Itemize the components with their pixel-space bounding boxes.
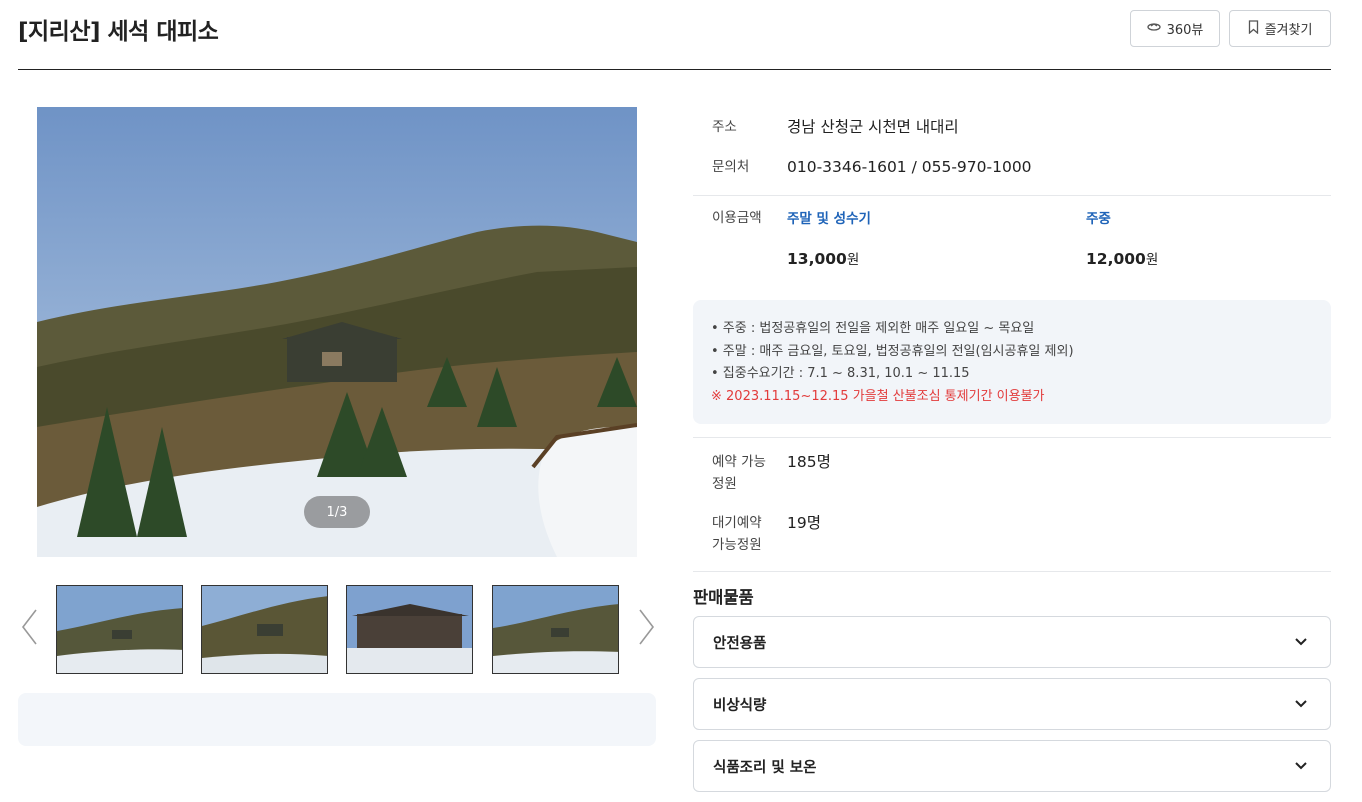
goods-item-label: 비상식량 (713, 697, 767, 714)
360-view-icon (1146, 21, 1161, 36)
page-header: [지리산] 세석 대피소 360뷰 즐겨찾기 (18, 0, 1331, 70)
capacity-label-line2: 정원 (712, 476, 737, 492)
notice-weekend: • 주말 : 매주 금요일, 토요일, 법정공휴일의 전일(임시공휴일 제외) (711, 343, 1074, 359)
waiting-value: 19명 (787, 514, 821, 532)
mountain-photo (37, 107, 637, 557)
address-row: 주소 경남 산청군 시천면 내대리 (693, 116, 1331, 138)
chevron-down-icon (1294, 634, 1308, 652)
price-notice: • 주중 : 법정공휴일의 전일을 제외한 매주 일요일 ~ 목요일 • 주말 … (693, 300, 1331, 424)
capacity-value: 185명 (787, 453, 831, 471)
address-value: 경남 산청군 시천면 내대리 (787, 118, 959, 136)
main-photo[interactable]: 1/3 (37, 107, 637, 557)
thumbnail-1[interactable] (56, 585, 183, 674)
capacity-section: 예약 가능정원 185명 대기예약가능정원 19명 (693, 451, 1331, 556)
notice-warning: ※ 2023.11.15~12.15 가을철 산불조심 통제기간 이용불가 (711, 388, 1045, 404)
chevron-left-icon[interactable] (18, 604, 42, 650)
thumbnail-2[interactable] (201, 585, 328, 674)
chevron-down-icon (1294, 758, 1308, 776)
waiting-label-line1: 대기예약 (712, 515, 762, 531)
thumbnail-strip (18, 582, 658, 676)
chevron-down-icon (1294, 696, 1308, 714)
goods-item-cooking[interactable]: 식품조리 및 보온 (693, 740, 1331, 792)
divider (693, 571, 1331, 572)
favorite-button[interactable]: 즐겨찾기 (1229, 10, 1331, 47)
goods-title: 판매물품 (693, 588, 754, 607)
capacity-row: 예약 가능정원 185명 (693, 451, 1331, 495)
price-weekend-unit: 원 (846, 252, 860, 268)
shelter-info: 주소 경남 산청군 시천면 내대리 문의처 010-3346-1601 / 05… (693, 116, 1331, 178)
waiting-label: 대기예약가능정원 (693, 512, 787, 556)
address-label: 주소 (712, 119, 737, 135)
contact-value: 010-3346-1601 / 055-970-1000 (787, 158, 1032, 176)
capacity-label: 예약 가능정원 (693, 451, 787, 495)
waiting-row: 대기예약가능정원 19명 (693, 512, 1331, 556)
view-360-label: 360뷰 (1166, 23, 1204, 38)
goods-item-label: 식품조리 및 보온 (713, 759, 817, 776)
notice-weekday: • 주중 : 법정공휴일의 전일을 제외한 매주 일요일 ~ 목요일 (711, 321, 1035, 336)
page-title: [지리산] 세석 대피소 (18, 19, 219, 45)
price-value-row: 13,000원 12,000원 (693, 248, 1331, 268)
contact-row: 문의처 010-3346-1601 / 055-970-1000 (693, 156, 1331, 178)
info-box (18, 693, 656, 746)
divider (693, 195, 1331, 196)
price-section: 이용금액 주말 및 성수기 주중 13,000원 12,000원 (693, 207, 1331, 268)
divider (693, 437, 1331, 438)
price-spacer (693, 248, 787, 268)
capacity-label-line1: 예약 가능 (712, 454, 766, 470)
notice-peak: • 집중수요기간 : 7.1 ~ 8.31, 10.1 ~ 11.15 (711, 366, 970, 381)
thumbnail-4[interactable] (492, 585, 619, 674)
price-weekend-label: 주말 및 성수기 (787, 211, 871, 227)
bookmark-icon (1248, 19, 1259, 38)
goods-item-food[interactable]: 비상식량 (693, 678, 1331, 730)
contact-label: 문의처 (712, 159, 750, 175)
thumbnail-3[interactable] (346, 585, 473, 674)
goods-item-safety[interactable]: 안전용품 (693, 616, 1331, 668)
price-weekday-value: 12,000원 (1086, 248, 1158, 268)
price-header-row: 이용금액 주말 및 성수기 주중 (693, 207, 1331, 229)
price-label: 이용금액 (712, 210, 762, 226)
chevron-right-icon[interactable] (634, 604, 658, 650)
goods-item-label: 안전용품 (713, 635, 767, 652)
price-weekend-value: 13,000원 (787, 248, 1086, 268)
price-weekday-label: 주중 (1086, 211, 1111, 227)
price-weekday-amount: 12,000 (1086, 250, 1146, 268)
photo-counter: 1/3 (304, 496, 370, 528)
favorite-label: 즐겨찾기 (1264, 23, 1313, 38)
waiting-label-line2: 가능정원 (712, 537, 762, 553)
price-weekend-amount: 13,000 (787, 250, 847, 268)
view-360-button[interactable]: 360뷰 (1130, 10, 1220, 47)
price-weekday-unit: 원 (1145, 252, 1159, 268)
